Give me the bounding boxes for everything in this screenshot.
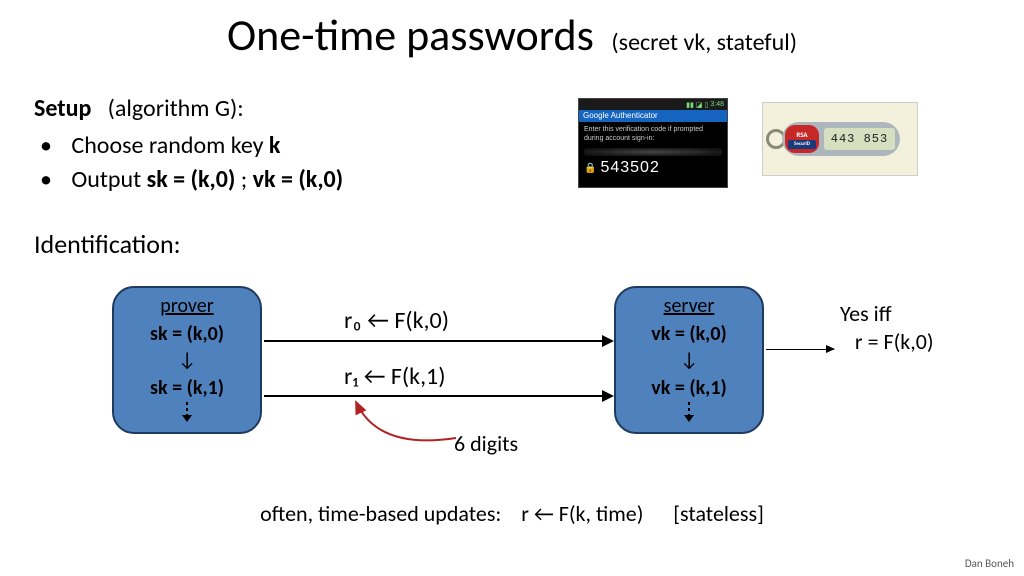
verify-text: Yes iff r = F(k,0) [840,300,934,356]
server-state-0: vk = (k,0) [616,322,762,346]
battery-icon: ▯ [705,101,709,109]
six-digits-label: 6 digits [454,430,518,457]
verify-line1: Yes iff [840,300,934,328]
setup-label: Setup [34,94,91,123]
token-body: RSA SecurID 443 853 [782,122,900,156]
dashed-down-arrow-icon [186,402,188,416]
down-arrow-icon: ↓ [114,348,260,372]
six-digits-arrow [338,398,468,456]
rsa-token: RSA SecurID 443 853 [762,102,918,176]
token-sublogo: SecurID [788,140,816,149]
setup-note: (algorithm G) [108,94,238,123]
token-badge: RSA SecurID [785,125,819,153]
token-logo: RSA [785,130,819,139]
signal-icon: ▮▮ [686,101,694,109]
message-label-r0: r₀ ← F(k,0) [344,306,449,335]
down-arrow-icon: ↓ [616,348,762,372]
phone-smudge [584,148,722,156]
phone-app-title: Google Authenticator [579,110,727,122]
prover-box: prover sk = (k,0) ↓ sk = (k,1) [112,286,262,434]
setup-bullet-1: Choose random key k [34,129,343,163]
server-role: server [616,294,762,318]
author-credit: Dan Boneh [965,557,1014,570]
bullet1-text: Choose random key [71,131,269,160]
phone-statusbar: ▮▮ ◪ ▯ 3:48 [579,99,727,110]
authenticator-phone: ▮▮ ◪ ▯ 3:48 Google Authenticator Enter t… [578,98,728,188]
bullet2-sk: sk = (k,0) [147,165,236,194]
phone-code: 543502 [600,159,659,177]
bullet2-sep: ; [235,165,252,194]
bullet2-pre: Output [71,165,146,194]
phone-code-row: 🔒 543502 [579,156,727,177]
wifi-icon: ◪ [696,101,703,109]
message-label-r1: r₁ ← F(k,1) [344,362,446,391]
prover-state-1: sk = (k,1) [114,376,260,400]
footer-note: often, time-based updates: r ← F(k, time… [0,500,1024,527]
server-box: server vk = (k,0) ↓ vk = (k,1) [614,286,764,434]
title-main: One-time passwords [227,8,594,62]
prover-role: prover [114,294,260,318]
phone-hint: Enter this verification code if prompted… [579,122,727,146]
phone-time: 3:48 [710,101,724,108]
title-sub: (secret vk, stateful) [611,28,797,57]
slide-title: One-time passwords (secret vk, stateful) [0,8,1024,62]
verify-arrow [766,349,834,350]
message-arrow-r0 [264,340,612,342]
setup-heading: Setup (algorithm G): [34,94,343,123]
token-lcd: 443 853 [824,128,895,150]
bullet2-vk: vk = (k,0) [253,165,344,194]
identification-label: Identification: [34,228,181,260]
lock-icon: 🔒 [584,163,596,174]
setup-bullet-2: Output sk = (k,0) ; vk = (k,0) [34,163,343,197]
dashed-down-arrow-icon [688,402,690,416]
verify-line2: r = F(k,0) [840,328,934,356]
setup-section: Setup (algorithm G): Choose random key k… [34,94,343,197]
bullet1-key: k [269,131,281,160]
server-state-1: vk = (k,1) [616,376,762,400]
message-arrow-r1 [264,395,612,397]
prover-state-0: sk = (k,0) [114,322,260,346]
